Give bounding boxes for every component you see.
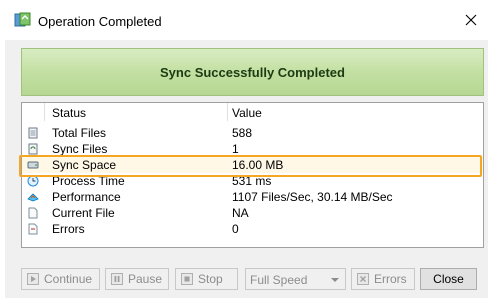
column-header-status[interactable]: Status <box>52 106 86 120</box>
selection-highlight <box>19 155 482 177</box>
row-status-label: Total Files <box>52 126 107 140</box>
dialog-body: Sync Successfully Completed Status Value… <box>5 40 488 298</box>
row-value: 588 <box>232 126 253 140</box>
row-value: 1107 Files/Sec, 30.14 MB/Sec <box>232 190 393 204</box>
row-status-label: Sync Files <box>52 142 108 156</box>
status-banner-text: Sync Successfully Completed <box>160 64 345 80</box>
errors-icon <box>28 223 38 235</box>
row-status-label: Performance <box>52 190 121 204</box>
error-list-icon <box>357 273 369 285</box>
continue-button[interactable]: Continue <box>21 268 100 290</box>
sync-app-icon <box>14 12 31 27</box>
window-close-button[interactable] <box>455 6 487 34</box>
sync-files-icon <box>28 143 38 155</box>
close-button-label: Close <box>433 272 464 286</box>
pause-icon <box>111 273 123 285</box>
pause-button[interactable]: Pause <box>105 268 169 290</box>
table-row[interactable]: Total Files 588 <box>22 125 483 141</box>
window-title: Operation Completed <box>38 14 162 29</box>
status-banner: Sync Successfully Completed <box>21 48 484 96</box>
column-header-value[interactable]: Value <box>232 106 262 120</box>
status-grid: Status Value Total Files 588 Sync Files … <box>19 102 484 248</box>
chevron-down-icon <box>331 278 339 282</box>
table-row[interactable]: Errors 0 <box>22 221 483 237</box>
files-icon <box>28 127 38 139</box>
errors-button-label: Errors <box>374 272 407 286</box>
row-value: 1 <box>232 142 239 156</box>
speed-select-value: Full Speed <box>250 273 308 287</box>
continue-button-label: Continue <box>44 272 93 286</box>
pause-button-label: Pause <box>128 272 163 286</box>
stop-icon <box>181 273 193 285</box>
row-value: 0 <box>232 222 239 236</box>
close-icon <box>465 14 477 26</box>
table-row[interactable]: Performance 1107 Files/Sec, 30.14 MB/Sec <box>22 189 483 205</box>
errors-button[interactable]: Errors <box>351 268 415 290</box>
column-divider <box>44 103 45 121</box>
grid-header: Status Value <box>22 103 483 121</box>
row-status-label: Current File <box>52 206 115 220</box>
stop-button[interactable]: Stop <box>175 268 238 290</box>
speed-select[interactable]: Full Speed <box>245 268 346 290</box>
column-divider <box>227 103 228 121</box>
row-status-label: Errors <box>52 222 85 236</box>
play-icon <box>27 273 39 285</box>
close-button[interactable]: Close <box>420 268 477 290</box>
file-icon <box>28 207 38 219</box>
performance-icon <box>27 193 39 202</box>
stop-button-label: Stop <box>198 272 223 286</box>
table-row[interactable]: Current File NA <box>22 205 483 221</box>
title-bar: Operation Completed <box>0 0 493 40</box>
row-value: NA <box>232 206 249 220</box>
